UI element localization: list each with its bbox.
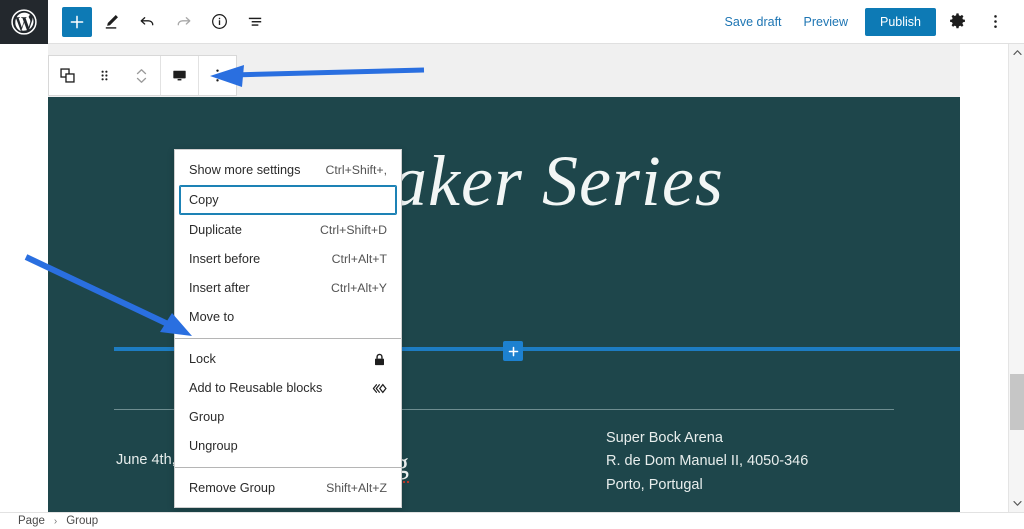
block-options-dropdown-menu: Show more settings Ctrl+Shift+, Copy Dup… [174, 149, 402, 508]
top-bar-right-actions: Save draft Preview Publish [714, 5, 1024, 39]
menu-item-lock[interactable]: Lock [175, 345, 401, 373]
menu-item-remove-group[interactable]: Remove Group Shift+Alt+Z [175, 474, 401, 502]
menu-item-shortcut: Ctrl+Shift+, [325, 163, 387, 177]
menu-item-label: Insert before [189, 252, 261, 266]
breadcrumb-separator: › [53, 515, 58, 527]
lock-icon [372, 352, 387, 367]
reusable-block-icon [370, 381, 387, 396]
save-draft-button[interactable]: Save draft [714, 9, 793, 35]
breadcrumb: Page › Group [0, 512, 1024, 529]
menu-divider [175, 467, 401, 468]
details-button[interactable] [202, 5, 236, 39]
menu-item-group[interactable]: Group [175, 403, 401, 431]
vertical-scrollbar[interactable] [1008, 44, 1024, 512]
menu-item-shortcut: Ctrl+Alt+T [331, 252, 387, 266]
menu-item-label: Lock [189, 352, 216, 366]
block-options-button[interactable] [199, 56, 236, 95]
editor-top-bar: Save draft Preview Publish [0, 0, 1024, 44]
menu-item-label: Group [189, 410, 225, 424]
menu-group-1: Show more settings Ctrl+Shift+, Copy Dup… [175, 156, 401, 331]
menu-item-label: Copy [189, 193, 219, 207]
undo-button[interactable] [130, 5, 164, 39]
menu-divider [175, 338, 401, 339]
venue-address-one[interactable]: Super Bock Arena R. de Dom Manuel II, 40… [606, 427, 896, 497]
wordpress-logo-icon[interactable] [0, 0, 48, 44]
menu-item-label: Add to Reusable blocks [189, 381, 323, 395]
block-toolbar-group-1 [49, 56, 161, 95]
venue-line: Super Bock Arena [606, 430, 723, 446]
block-toolbar-group-2 [161, 56, 199, 95]
chevron-updown-icon[interactable] [123, 56, 160, 95]
group-blocks-icon[interactable] [49, 56, 86, 95]
menu-item-label: Move to [189, 310, 235, 324]
edit-tool-button[interactable] [94, 5, 128, 39]
block-inserter-plus-icon[interactable] [503, 341, 523, 361]
menu-group-3: Remove Group Shift+Alt+Z [175, 474, 401, 502]
venue-line: R. de Dom Manuel II, 4050-346 [606, 453, 809, 470]
menu-item-shortcut: Ctrl+Alt+Y [330, 281, 387, 295]
menu-item-add-to-reusable-blocks[interactable]: Add to Reusable blocks [175, 374, 401, 402]
breadcrumb-item-page[interactable]: Page [18, 515, 45, 527]
block-toolbar-group-3 [199, 56, 236, 95]
menu-item-label: Remove Group [189, 481, 276, 495]
menu-item-duplicate[interactable]: Duplicate Ctrl+Shift+D [175, 216, 401, 244]
drag-dots-icon[interactable] [86, 56, 123, 95]
monitor-icon[interactable] [161, 56, 198, 95]
menu-item-label: Insert after [189, 281, 250, 295]
menu-item-insert-after[interactable]: Insert after Ctrl+Alt+Y [175, 274, 401, 302]
menu-item-show-more-settings[interactable]: Show more settings Ctrl+Shift+, [175, 156, 401, 184]
menu-item-move-to[interactable]: Move to [175, 303, 401, 331]
menu-item-shortcut: Shift+Alt+Z [326, 481, 387, 495]
menu-item-label: Show more settings [189, 163, 301, 177]
publish-button[interactable]: Publish [865, 7, 936, 36]
menu-item-shortcut: Ctrl+Shift+D [320, 223, 387, 237]
editor-canvas: Speaker Series June 4th, 2 llenweg Super… [0, 44, 1024, 512]
menu-item-copy[interactable]: Copy [179, 185, 397, 215]
menu-item-ungroup[interactable]: Ungroup [175, 432, 401, 460]
scrollbar-thumb[interactable] [1010, 374, 1024, 430]
redo-button[interactable] [166, 5, 200, 39]
menu-item-label: Ungroup [189, 439, 238, 453]
preview-button[interactable]: Preview [793, 9, 859, 35]
block-toolbar [48, 55, 237, 96]
scroll-up-chevron-icon[interactable] [1009, 44, 1024, 61]
menu-item-label: Duplicate [189, 223, 242, 237]
list-view-button[interactable] [238, 5, 272, 39]
scroll-down-chevron-icon[interactable] [1009, 495, 1024, 512]
more-options-icon[interactable] [978, 5, 1012, 39]
breadcrumb-item-group[interactable]: Group [66, 515, 98, 527]
venue-line: Porto, Portugal [606, 476, 703, 493]
settings-gear-icon[interactable] [940, 5, 974, 39]
menu-group-2: Lock Add to Reusable blocks Group Ungrou… [175, 345, 401, 460]
top-bar-left-tools [48, 5, 272, 39]
menu-item-insert-before[interactable]: Insert before Ctrl+Alt+T [175, 245, 401, 273]
add-block-button[interactable] [62, 6, 92, 37]
